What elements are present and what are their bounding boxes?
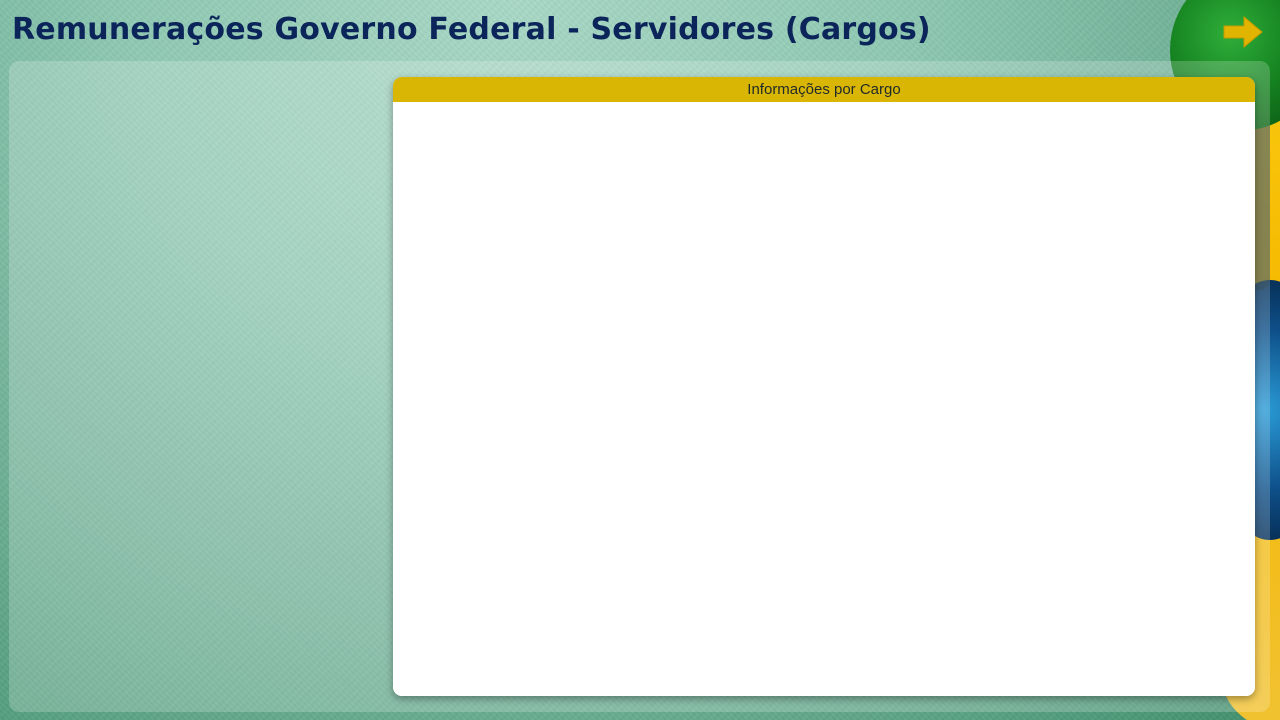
next-page-button[interactable] [1222, 14, 1264, 50]
info-by-position-card: Informações por Cargo [393, 77, 1255, 696]
card-title: Informações por Cargo [747, 81, 901, 98]
arrow-right-icon [1223, 15, 1263, 49]
card-header: Informações por Cargo [393, 77, 1255, 102]
card-body [393, 102, 1255, 696]
page-title: Remunerações Governo Federal - Servidore… [12, 12, 931, 47]
